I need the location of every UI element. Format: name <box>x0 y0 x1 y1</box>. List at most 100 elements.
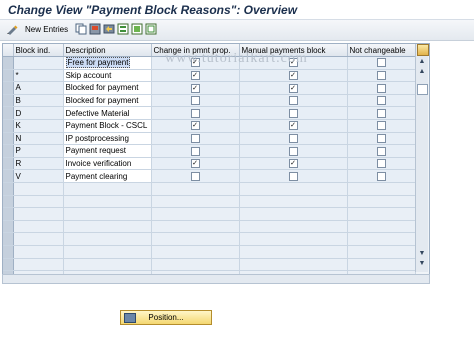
empty-cell[interactable] <box>347 232 416 246</box>
block-ind-cell[interactable]: K <box>13 119 64 133</box>
block-ind-cell[interactable] <box>13 56 64 70</box>
change-in-pmnt-prop-checkbox[interactable] <box>190 108 200 118</box>
row-selector[interactable] <box>3 69 14 83</box>
row-selector[interactable] <box>3 195 14 209</box>
description-cell[interactable]: Payment request <box>63 144 152 158</box>
empty-cell[interactable] <box>151 232 240 246</box>
empty-cell[interactable] <box>13 207 64 221</box>
not-changeable-checkbox[interactable] <box>376 83 386 93</box>
empty-cell[interactable] <box>151 207 240 221</box>
empty-cell[interactable] <box>239 220 348 234</box>
empty-cell[interactable] <box>239 245 348 259</box>
empty-cell[interactable] <box>151 195 240 209</box>
block-ind-cell[interactable]: D <box>13 106 64 120</box>
manual-payments-block-checkbox[interactable]: ✓ <box>288 83 298 93</box>
not-changeable-checkbox[interactable] <box>376 96 386 106</box>
scroll-up-icon[interactable]: ▲ <box>418 58 426 66</box>
change-in-pmnt-prop-checkbox[interactable]: ✓ <box>190 121 200 131</box>
description-cell[interactable]: Blocked for payment <box>63 81 152 95</box>
position-button[interactable]: Position... <box>120 310 212 325</box>
row-selector[interactable] <box>3 169 14 183</box>
empty-cell[interactable] <box>13 245 64 259</box>
not-changeable-checkbox[interactable] <box>376 71 386 81</box>
not-changeable-checkbox[interactable] <box>376 121 386 131</box>
row-selector[interactable] <box>3 207 14 221</box>
empty-cell[interactable] <box>239 232 348 246</box>
empty-cell[interactable] <box>63 195 152 209</box>
not-changeable-checkbox[interactable] <box>376 58 386 68</box>
select-all-icon[interactable] <box>117 23 129 35</box>
description-cell[interactable]: Free for payment <box>63 56 152 70</box>
change-in-pmnt-prop-checkbox[interactable] <box>190 171 200 181</box>
description-cell[interactable]: Skip account <box>63 69 152 83</box>
empty-cell[interactable] <box>347 220 416 234</box>
empty-cell[interactable] <box>13 195 64 209</box>
description-cell[interactable]: IP postprocessing <box>63 132 152 146</box>
manual-payments-block-checkbox[interactable] <box>288 108 298 118</box>
column-header-block-ind[interactable]: Block ind. <box>13 44 64 57</box>
description-cell[interactable]: Payment clearing <box>63 169 152 183</box>
row-selector[interactable] <box>3 258 14 272</box>
manual-payments-block-checkbox[interactable]: ✓ <box>288 121 298 131</box>
vertical-scrollbar[interactable]: ▲ ▲ ▼ ▼ <box>415 44 429 272</box>
empty-cell[interactable] <box>239 207 348 221</box>
not-changeable-checkbox[interactable] <box>376 171 386 181</box>
change-in-pmnt-prop-checkbox[interactable] <box>190 134 200 144</box>
description-cell[interactable]: Payment Block - CSCL <box>63 119 152 133</box>
empty-cell[interactable] <box>239 182 348 196</box>
block-ind-cell[interactable]: * <box>13 69 64 83</box>
empty-cell[interactable] <box>63 220 152 234</box>
block-ind-cell[interactable]: A <box>13 81 64 95</box>
change-in-pmnt-prop-checkbox[interactable] <box>190 96 200 106</box>
empty-cell[interactable] <box>151 258 240 272</box>
empty-cell[interactable] <box>63 182 152 196</box>
column-header-not-changeable[interactable]: Not changeable <box>347 44 416 57</box>
manual-payments-block-checkbox[interactable]: ✓ <box>288 71 298 81</box>
not-changeable-checkbox[interactable] <box>376 146 386 156</box>
scroll-down-icon[interactable]: ▼ <box>418 260 426 268</box>
description-cell[interactable]: Invoice verification <box>63 157 152 171</box>
row-selector[interactable] <box>3 157 14 171</box>
row-selector[interactable] <box>3 56 14 70</box>
empty-cell[interactable] <box>151 182 240 196</box>
empty-cell[interactable] <box>347 245 416 259</box>
manual-payments-block-checkbox[interactable] <box>288 146 298 156</box>
empty-cell[interactable] <box>151 220 240 234</box>
description-cell[interactable]: Blocked for payment <box>63 94 152 108</box>
empty-cell[interactable] <box>13 232 64 246</box>
horizontal-scrollbar[interactable] <box>2 274 430 284</box>
row-selector[interactable] <box>3 132 14 146</box>
scroll-thumb[interactable] <box>417 84 428 95</box>
scroll-page-up-icon[interactable]: ▲ <box>418 68 426 76</box>
empty-cell[interactable] <box>151 245 240 259</box>
deselect-all-icon[interactable] <box>145 23 157 35</box>
empty-cell[interactable] <box>63 207 152 221</box>
empty-cell[interactable] <box>347 207 416 221</box>
empty-cell[interactable] <box>13 220 64 234</box>
not-changeable-checkbox[interactable] <box>376 159 386 169</box>
row-selector[interactable] <box>3 232 14 246</box>
empty-cell[interactable] <box>63 245 152 259</box>
select-block-icon[interactable] <box>131 23 143 35</box>
row-selector[interactable] <box>3 119 14 133</box>
empty-cell[interactable] <box>63 258 152 272</box>
row-selector[interactable] <box>3 245 14 259</box>
block-ind-cell[interactable]: V <box>13 169 64 183</box>
display-change-icon[interactable] <box>6 23 18 35</box>
row-selector[interactable] <box>3 94 14 108</box>
row-selector[interactable] <box>3 144 14 158</box>
change-in-pmnt-prop-checkbox[interactable]: ✓ <box>190 71 200 81</box>
table-settings-icon[interactable] <box>417 44 429 56</box>
manual-payments-block-checkbox[interactable]: ✓ <box>288 159 298 169</box>
block-ind-cell[interactable]: N <box>13 132 64 146</box>
manual-payments-block-checkbox[interactable] <box>288 96 298 106</box>
block-ind-cell[interactable]: B <box>13 94 64 108</box>
block-ind-cell[interactable]: R <box>13 157 64 171</box>
manual-payments-block-checkbox[interactable] <box>288 134 298 144</box>
empty-cell[interactable] <box>63 232 152 246</box>
empty-cell[interactable] <box>347 258 416 272</box>
description-cell[interactable]: Defective Material <box>63 106 152 120</box>
new-entries-button[interactable]: New Entries <box>25 25 68 34</box>
row-selector[interactable] <box>3 220 14 234</box>
change-in-pmnt-prop-checkbox[interactable]: ✓ <box>190 159 200 169</box>
